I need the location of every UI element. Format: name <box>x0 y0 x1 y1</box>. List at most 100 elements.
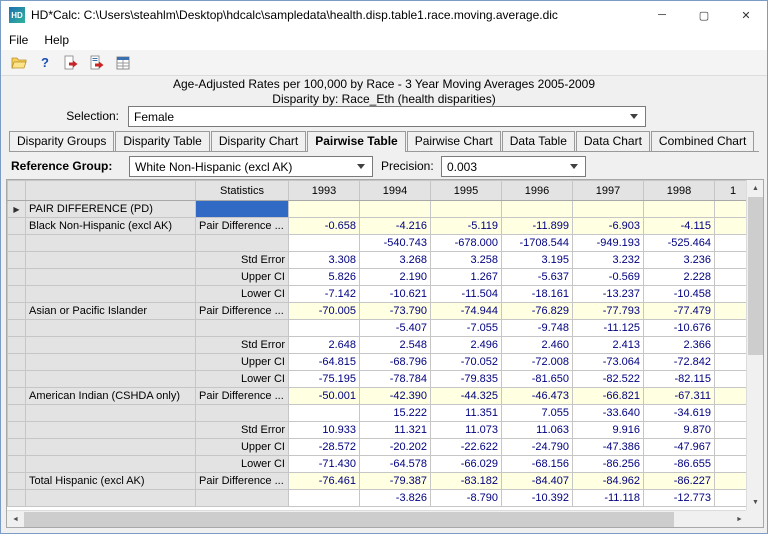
value-cell[interactable]: 9.870 <box>644 422 715 439</box>
maximize-button[interactable]: ▢ <box>683 1 725 29</box>
value-cell[interactable] <box>289 490 360 507</box>
value-cell-partial[interactable] <box>715 405 748 422</box>
value-cell[interactable]: 10.933 <box>289 422 360 439</box>
column-header-1996[interactable]: 1996 <box>502 181 573 201</box>
value-cell[interactable]: -11.118 <box>573 490 644 507</box>
value-cell-partial[interactable] <box>715 439 748 456</box>
value-cell[interactable]: -86.655 <box>644 456 715 473</box>
stat-cell[interactable]: Pair Difference ... <box>196 218 289 235</box>
value-cell[interactable]: -67.311 <box>644 388 715 405</box>
stat-cell[interactable]: Lower CI <box>196 286 289 303</box>
value-cell[interactable]: -79.835 <box>431 371 502 388</box>
value-cell[interactable]: -0.569 <box>573 269 644 286</box>
tab-data-table[interactable]: Data Table <box>502 131 575 151</box>
row-label[interactable] <box>26 235 196 252</box>
export-document-icon[interactable] <box>61 53 81 73</box>
value-cell[interactable]: -73.790 <box>360 303 431 320</box>
row-label[interactable] <box>26 456 196 473</box>
value-cell[interactable]: 9.916 <box>573 422 644 439</box>
value-cell[interactable]: -5.119 <box>431 218 502 235</box>
value-cell-partial[interactable] <box>715 218 748 235</box>
value-cell[interactable]: -86.256 <box>573 456 644 473</box>
value-cell[interactable]: -79.387 <box>360 473 431 490</box>
value-cell[interactable]: 2.413 <box>573 337 644 354</box>
value-cell[interactable]: -20.202 <box>360 439 431 456</box>
row-label[interactable]: American Indian (CSHDA only) <box>26 388 196 405</box>
value-cell[interactable]: 2.460 <box>502 337 573 354</box>
value-cell[interactable]: -66.029 <box>431 456 502 473</box>
minimize-button[interactable]: ─ <box>641 1 683 29</box>
column-header-partial[interactable]: 1 <box>715 181 748 201</box>
value-cell[interactable]: -76.829 <box>502 303 573 320</box>
row-label[interactable] <box>26 490 196 507</box>
scroll-down-icon[interactable]: ▼ <box>747 494 764 511</box>
value-cell[interactable]: 7.055 <box>502 405 573 422</box>
value-cell[interactable]: -11.899 <box>502 218 573 235</box>
value-cell[interactable]: 3.308 <box>289 252 360 269</box>
tab-disparity-groups[interactable]: Disparity Groups <box>9 131 114 151</box>
value-cell-partial[interactable] <box>715 422 748 439</box>
stat-cell[interactable] <box>196 490 289 507</box>
value-cell[interactable]: 2.190 <box>360 269 431 286</box>
row-label[interactable] <box>26 286 196 303</box>
stat-cell[interactable] <box>196 201 289 218</box>
value-cell[interactable]: 3.232 <box>573 252 644 269</box>
value-cell[interactable]: -82.522 <box>573 371 644 388</box>
value-cell[interactable]: -84.407 <box>502 473 573 490</box>
value-cell[interactable]: 2.548 <box>360 337 431 354</box>
value-cell[interactable]: 11.321 <box>360 422 431 439</box>
value-cell[interactable] <box>573 201 644 218</box>
value-cell[interactable]: -78.784 <box>360 371 431 388</box>
value-cell-partial[interactable] <box>715 201 748 218</box>
value-cell[interactable]: -949.193 <box>573 235 644 252</box>
value-cell[interactable]: -10.621 <box>360 286 431 303</box>
value-cell[interactable]: -44.325 <box>431 388 502 405</box>
value-cell[interactable]: -12.773 <box>644 490 715 507</box>
tab-combined-chart[interactable]: Combined Chart <box>651 131 754 151</box>
value-cell[interactable]: -73.064 <box>573 354 644 371</box>
value-cell[interactable]: -42.390 <box>360 388 431 405</box>
stat-cell[interactable]: Std Error <box>196 337 289 354</box>
value-cell-partial[interactable] <box>715 456 748 473</box>
stat-cell[interactable]: Upper CI <box>196 354 289 371</box>
value-cell[interactable]: -525.464 <box>644 235 715 252</box>
value-cell[interactable] <box>289 201 360 218</box>
value-cell[interactable]: -81.650 <box>502 371 573 388</box>
value-cell[interactable]: 11.351 <box>431 405 502 422</box>
value-cell[interactable]: 15.222 <box>360 405 431 422</box>
stat-cell[interactable]: Upper CI <box>196 439 289 456</box>
value-cell[interactable]: -4.115 <box>644 218 715 235</box>
value-cell[interactable]: -9.748 <box>502 320 573 337</box>
column-header-1993[interactable]: 1993 <box>289 181 360 201</box>
row-label[interactable] <box>26 439 196 456</box>
value-cell[interactable]: -13.237 <box>573 286 644 303</box>
column-header-1998[interactable]: 1998 <box>644 181 715 201</box>
value-cell[interactable] <box>289 405 360 422</box>
value-cell[interactable]: -7.142 <box>289 286 360 303</box>
value-cell[interactable]: -678.000 <box>431 235 502 252</box>
stat-cell[interactable] <box>196 235 289 252</box>
data-grid-icon[interactable] <box>113 53 133 73</box>
vertical-scroll-thumb[interactable] <box>748 197 763 355</box>
value-cell[interactable]: -3.826 <box>360 490 431 507</box>
value-cell[interactable]: -46.473 <box>502 388 573 405</box>
column-header-1997[interactable]: 1997 <box>573 181 644 201</box>
value-cell[interactable]: 3.258 <box>431 252 502 269</box>
value-cell[interactable]: -76.461 <box>289 473 360 490</box>
value-cell[interactable]: -86.227 <box>644 473 715 490</box>
row-label[interactable]: Black Non-Hispanic (excl AK) <box>26 218 196 235</box>
value-cell[interactable]: -28.572 <box>289 439 360 456</box>
value-cell[interactable] <box>360 201 431 218</box>
value-cell[interactable]: -8.790 <box>431 490 502 507</box>
value-cell[interactable]: -34.619 <box>644 405 715 422</box>
menu-file[interactable]: File <box>1 29 36 50</box>
value-cell[interactable]: -68.796 <box>360 354 431 371</box>
value-cell[interactable]: 1.267 <box>431 269 502 286</box>
value-cell[interactable]: -84.962 <box>573 473 644 490</box>
vertical-scrollbar[interactable]: ▲ ▼ <box>746 180 763 511</box>
value-cell[interactable]: -64.578 <box>360 456 431 473</box>
value-cell[interactable]: 2.366 <box>644 337 715 354</box>
stat-cell[interactable]: Lower CI <box>196 371 289 388</box>
value-cell-partial[interactable] <box>715 303 748 320</box>
value-cell[interactable]: -77.793 <box>573 303 644 320</box>
